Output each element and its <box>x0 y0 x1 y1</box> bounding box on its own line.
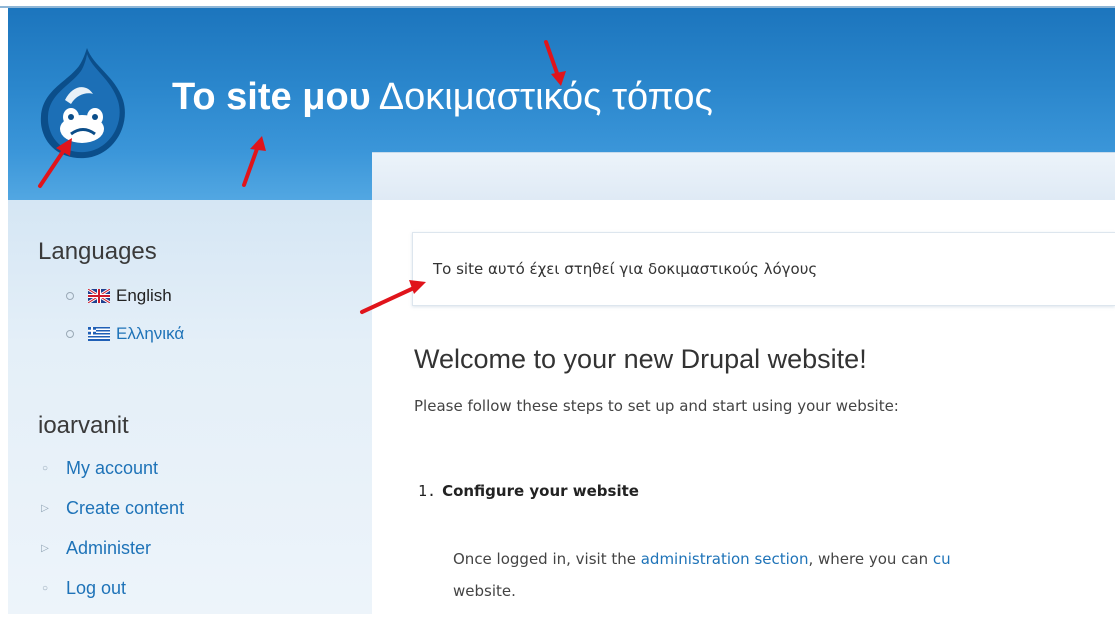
step-title: Configure your website <box>442 482 639 500</box>
menu-item-label[interactable]: Administer <box>66 538 151 559</box>
step-text-before: Once logged in, visit the <box>453 550 641 568</box>
step-description: Once logged in, visit the administration… <box>453 550 951 568</box>
menu-item-label[interactable]: Log out <box>66 578 126 599</box>
site-mission-box: Το site αυτό έχει στηθεί για δοκιμαστικο… <box>412 232 1115 306</box>
customize-link[interactable]: cu <box>933 550 951 568</box>
site-mission-text: Το site αυτό έχει στηθεί για δοκιμαστικο… <box>433 260 818 278</box>
user-navigation-menu: ○ My account ▷ Create content ▷ Administ… <box>38 457 184 617</box>
page-title: Welcome to your new Drupal website! <box>414 344 867 374</box>
menu-item-create-content[interactable]: ▷ Create content <box>38 497 184 519</box>
user-block-title: ioarvanit <box>38 412 129 439</box>
uk-flag-icon <box>88 289 110 303</box>
step-text-after: , where you can <box>808 550 933 568</box>
administration-section-link[interactable]: administration section <box>641 550 809 568</box>
content-header-band <box>372 152 1115 200</box>
menu-item-log-out[interactable]: ○ Log out <box>38 577 184 599</box>
bullet-icon <box>66 292 74 300</box>
top-border <box>0 0 1115 8</box>
bullet-icon <box>66 330 74 338</box>
site-slogan: Δοκιμαστικός τόπος <box>378 76 713 118</box>
welcome-intro: Please follow these steps to set up and … <box>414 397 899 415</box>
step-number: 1. <box>418 482 437 500</box>
language-label-greek[interactable]: Ελληνικά <box>116 324 184 344</box>
site-title[interactable]: Το site μου Δοκιμαστικός τόπος <box>172 76 713 119</box>
drupal-logo-icon[interactable] <box>35 44 135 164</box>
triangle-bullet-icon: ▷ <box>41 542 49 554</box>
circle-bullet-icon: ○ <box>41 582 49 594</box>
language-item-english[interactable]: English <box>66 286 184 306</box>
language-item-greek[interactable]: Ελληνικά <box>66 324 184 344</box>
triangle-bullet-icon: ▷ <box>41 502 49 514</box>
menu-item-label[interactable]: Create content <box>66 498 184 519</box>
site-name[interactable]: Το site μου <box>172 76 371 118</box>
greece-flag-icon <box>88 327 110 341</box>
menu-item-my-account[interactable]: ○ My account <box>38 457 184 479</box>
languages-block-title: Languages <box>38 238 157 265</box>
language-label-english[interactable]: English <box>116 286 172 306</box>
step-description-line2: website. <box>453 582 516 600</box>
language-switcher: English Ελληνικά <box>66 286 184 362</box>
step-heading: 1. Configure your website <box>418 482 639 500</box>
menu-item-label[interactable]: My account <box>66 458 158 479</box>
menu-item-administer[interactable]: ▷ Administer <box>38 537 184 559</box>
circle-bullet-icon: ○ <box>41 462 49 474</box>
